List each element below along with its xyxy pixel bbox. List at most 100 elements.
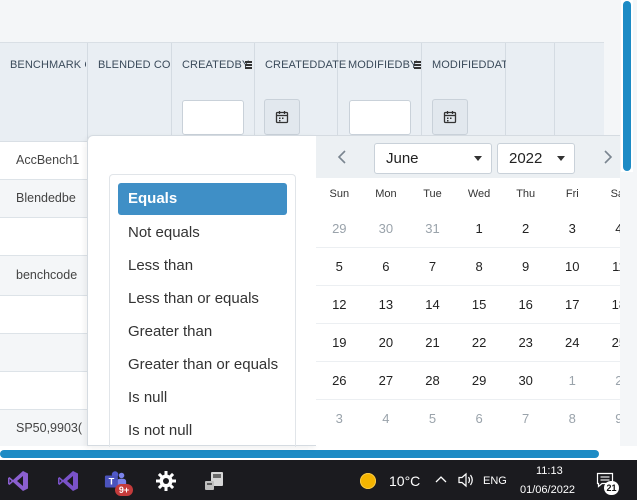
- calendar-day-other-month[interactable]: 9: [596, 400, 620, 438]
- calendar-day-other-month[interactable]: 31: [409, 210, 456, 247]
- column-title: MODIFIEDDATI: [432, 59, 506, 71]
- speaker-icon[interactable]: [457, 472, 475, 493]
- calendar-day[interactable]: 9: [502, 248, 549, 285]
- column-title: BLENDED COD: [98, 59, 170, 71]
- calendar-day-other-month[interactable]: 29: [316, 210, 363, 247]
- calendar-day[interactable]: 13: [363, 286, 410, 323]
- calendar-day[interactable]: 24: [549, 324, 596, 361]
- calendar-day[interactable]: 28: [409, 362, 456, 399]
- svg-text:T: T: [109, 477, 115, 487]
- calendar-day[interactable]: 29: [456, 362, 503, 399]
- calendar-day[interactable]: 12: [316, 286, 363, 323]
- match-option-is-null[interactable]: Is null: [118, 381, 287, 414]
- calendar-day[interactable]: 25: [596, 324, 620, 361]
- calendar-day[interactable]: 21: [409, 324, 456, 361]
- weather-temperature[interactable]: 10°C: [389, 473, 420, 489]
- calendar-day[interactable]: 19: [316, 324, 363, 361]
- calendar-day[interactable]: 26: [316, 362, 363, 399]
- calendar-day[interactable]: 22: [456, 324, 503, 361]
- column-header-benchmark[interactable]: BENCHMARK C: [0, 43, 88, 143]
- modifiedby-filter-input[interactable]: [349, 100, 411, 135]
- calendar-day[interactable]: 30: [502, 362, 549, 399]
- grid-toolbar-area: [0, 0, 637, 42]
- calendar-day[interactable]: 7: [409, 248, 456, 285]
- menu-icon[interactable]: [414, 61, 421, 69]
- weekday-label: Sat: [610, 188, 620, 200]
- weekday-label: Mon: [375, 188, 397, 200]
- calendar-day-other-month[interactable]: 2: [596, 362, 620, 399]
- calendar-day-other-month[interactable]: 4: [363, 400, 410, 438]
- column-header-modifieddate[interactable]: MODIFIEDDATI: [422, 43, 506, 143]
- calendar-day[interactable]: 10: [549, 248, 596, 285]
- weekday-label: Wed: [467, 188, 491, 200]
- column-header-createdby[interactable]: CREATEDBY: [172, 43, 255, 143]
- calendar-day[interactable]: 11: [596, 248, 620, 285]
- selected-year: 2022: [509, 150, 543, 167]
- windows-taskbar: T 9+ 10°C ENG 11:13 01/06/2022 21: [0, 460, 637, 500]
- month-select[interactable]: June: [374, 143, 492, 174]
- calendar-day[interactable]: 2: [502, 210, 549, 247]
- language-indicator[interactable]: ENG: [483, 475, 507, 487]
- calendar-day[interactable]: 4: [596, 210, 620, 247]
- chevron-right-icon: [604, 150, 613, 164]
- calendar-day[interactable]: 23: [502, 324, 549, 361]
- clock-date[interactable]: 01/06/2022: [520, 484, 575, 496]
- visual-studio-code-icon[interactable]: [6, 469, 30, 493]
- createddate-calendar-button[interactable]: [264, 99, 300, 135]
- match-option-less-than-or-equals[interactable]: Less than or equals: [118, 282, 287, 315]
- calendar-day[interactable]: 6: [363, 248, 410, 285]
- scrollbar-thumb[interactable]: [0, 450, 599, 458]
- column-header-blended-code[interactable]: BLENDED COD: [88, 43, 172, 143]
- weather-sun-icon[interactable]: [360, 473, 376, 489]
- calendar-day-other-month[interactable]: 1: [549, 362, 596, 399]
- match-option-greater-than[interactable]: Greater than: [118, 315, 287, 348]
- grid-header-row: BENCHMARK C BLENDED COD CREATEDBY CREATE…: [0, 42, 604, 143]
- calendar-day-other-month[interactable]: 7: [502, 400, 549, 438]
- year-select[interactable]: 2022: [497, 143, 575, 174]
- chevron-up-icon[interactable]: [435, 473, 447, 491]
- calendar-day[interactable]: 16: [502, 286, 549, 323]
- calendar-grid: Sun Mon Tue Wed Thu Fri Sat 293031123456…: [316, 178, 620, 438]
- calendar-day[interactable]: 3: [549, 210, 596, 247]
- chevron-down-icon: [557, 156, 565, 161]
- visual-studio-icon[interactable]: [56, 469, 80, 493]
- column-header-modifiedby[interactable]: MODIFIEDBY: [338, 43, 422, 143]
- calendar-day-other-month[interactable]: 3: [316, 400, 363, 438]
- match-option-less-than[interactable]: Less than: [118, 249, 287, 282]
- settings-gear-icon[interactable]: [154, 469, 178, 493]
- column-title: BENCHMARK C: [10, 59, 86, 71]
- chevron-down-icon: [474, 156, 482, 161]
- previous-month-button[interactable]: [332, 147, 352, 167]
- network-app-icon[interactable]: [202, 469, 226, 493]
- calendar-day[interactable]: 17: [549, 286, 596, 323]
- calendar-day[interactable]: 20: [363, 324, 410, 361]
- scrollbar-thumb[interactable]: [623, 1, 631, 171]
- modifieddate-calendar-button[interactable]: [432, 99, 468, 135]
- calendar-day-other-month[interactable]: 5: [409, 400, 456, 438]
- calendar-day[interactable]: 5: [316, 248, 363, 285]
- column-header-createddate[interactable]: CREATEDDATE: [255, 43, 346, 143]
- calendar-day-other-month[interactable]: 6: [456, 400, 503, 438]
- match-option-greater-than-or-equals[interactable]: Greater than or equals: [118, 348, 287, 381]
- match-option-not-equals[interactable]: Not equals: [118, 216, 287, 249]
- createdby-filter-input[interactable]: [182, 100, 244, 135]
- next-month-button[interactable]: [598, 147, 618, 167]
- calendar-day[interactable]: 14: [409, 286, 456, 323]
- calendar-day[interactable]: 18: [596, 286, 620, 323]
- calendar-day-other-month[interactable]: 8: [549, 400, 596, 438]
- clock-time[interactable]: 11:13: [536, 465, 563, 477]
- calendar-day[interactable]: 15: [456, 286, 503, 323]
- calendar-day[interactable]: 27: [363, 362, 410, 399]
- horizontal-scrollbar[interactable]: [0, 446, 637, 460]
- vertical-scrollbar[interactable]: [621, 0, 633, 172]
- match-option-is-not-null[interactable]: Is not null: [118, 414, 287, 447]
- calendar-week-row: 2930311234: [316, 210, 620, 248]
- calendar-day[interactable]: 8: [456, 248, 503, 285]
- filter-overlay-panel: Equals Not equals Less than Less than or…: [87, 135, 317, 447]
- calendar-day-other-month[interactable]: 30: [363, 210, 410, 247]
- weekday-label: Tue: [423, 188, 442, 200]
- calendar-day[interactable]: 1: [456, 210, 503, 247]
- match-option-equals[interactable]: Equals: [118, 183, 287, 215]
- menu-icon[interactable]: [245, 61, 252, 69]
- weekday-label: Fri: [565, 188, 579, 200]
